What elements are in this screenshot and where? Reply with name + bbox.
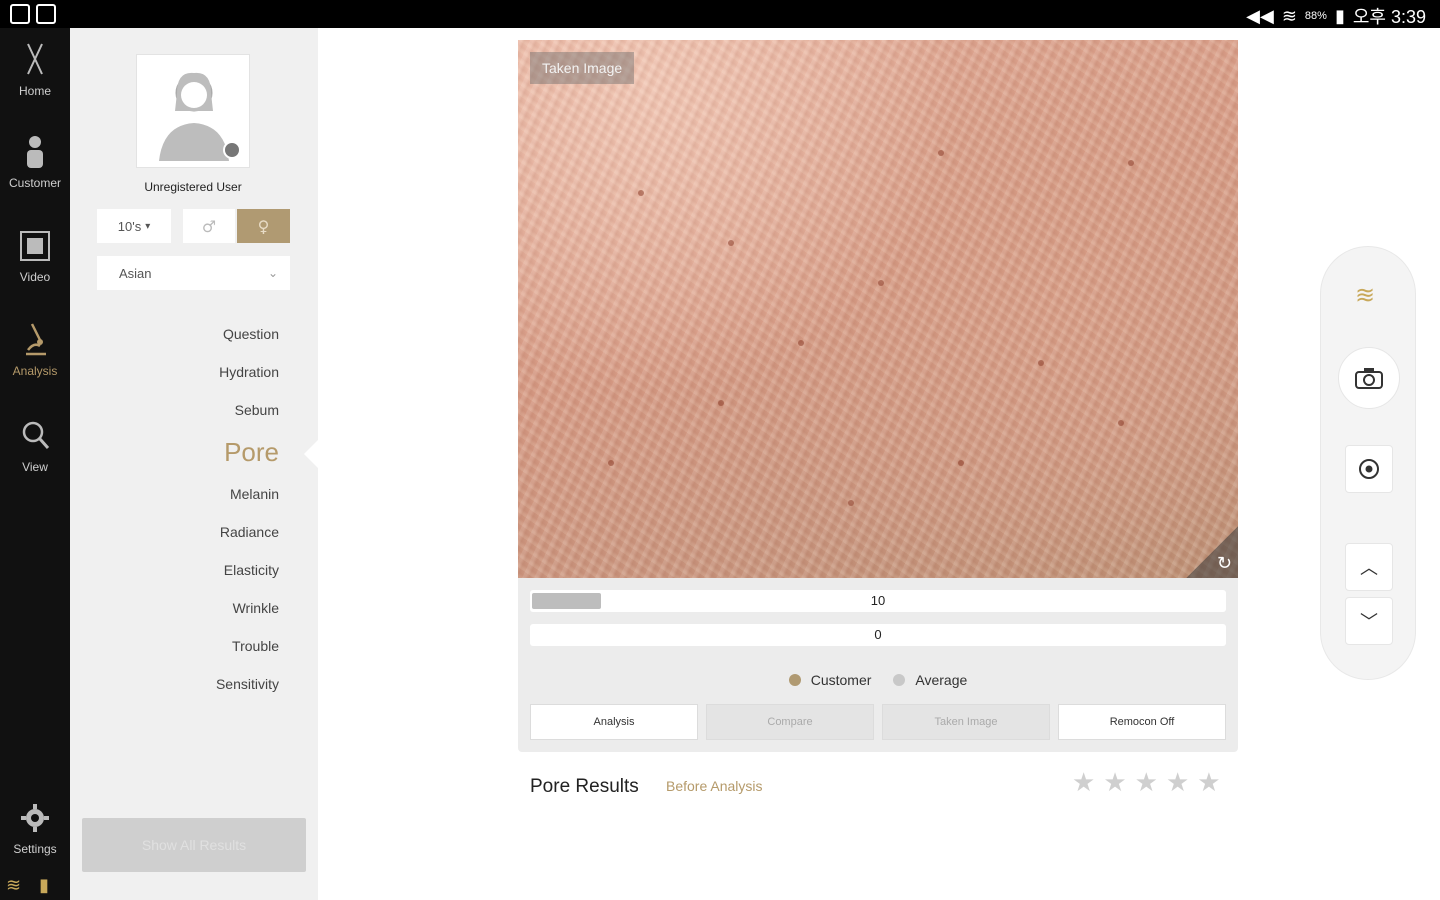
nav-view[interactable]: View <box>0 416 70 506</box>
nav-label: View <box>22 460 48 474</box>
nav-label: Analysis <box>12 364 58 378</box>
age-value: 10's <box>117 218 142 234</box>
results-title: Pore Results <box>530 776 639 797</box>
nav-label: Video <box>19 270 51 284</box>
analysis-panel: Unregistered User 10's ▾ ♂ ♀ Asian ⌄ Que… <box>70 28 318 900</box>
wifi-icon: ≋ <box>6 875 22 896</box>
device-icon: ▮ <box>39 875 49 896</box>
microscope-icon <box>26 323 46 356</box>
chevron-down-icon: ▾ <box>145 220 151 232</box>
customer-swatch <box>788 674 801 686</box>
rating-stars: ★ ★ ★ ★ ★ <box>1072 770 1221 796</box>
rotate-button[interactable]: ↻ <box>1186 526 1238 578</box>
star-icon: ★ <box>1072 768 1096 798</box>
status-bar: ◀◀ ≋ 88% ▮ 오후 3:39 <box>0 0 1440 28</box>
star-icon: ★ <box>1134 768 1158 798</box>
main-nav: Home Customer Video Analysis View Settin… <box>0 28 70 900</box>
clock: 오후 3:39 <box>1352 7 1426 27</box>
gender-male-button[interactable]: ♂ <box>183 209 235 243</box>
nav-label: Settings <box>13 842 57 856</box>
legend-customer-label: Customer <box>810 672 872 688</box>
menu-item-radiance[interactable]: Radiance <box>216 516 279 554</box>
wifi-signal-icon: ≋ <box>1355 281 1376 309</box>
record-icon <box>1359 459 1379 479</box>
menu-item-sebum[interactable]: Sebum <box>216 394 279 432</box>
scroll-up-button[interactable]: ︿ <box>1345 543 1393 591</box>
image-label: Taken Image <box>530 52 635 84</box>
film-icon <box>20 231 50 261</box>
tab-taken-image[interactable]: Taken Image <box>882 704 1050 740</box>
race-select[interactable]: Asian ⌄ <box>97 256 290 290</box>
nav-label: Home <box>18 84 51 98</box>
mute-icon: ◀◀ <box>1246 5 1274 26</box>
nav-label: Customer <box>8 176 61 190</box>
nav-home[interactable]: Home <box>0 40 70 130</box>
analysis-menu: Question Hydration Sebum Pore Melanin Ra… <box>216 318 279 706</box>
avatar[interactable] <box>136 54 250 168</box>
view-tabs: Analysis Compare Taken Image Remocon Off <box>530 704 1226 740</box>
chevron-down-icon: ﹀ <box>1360 612 1378 633</box>
active-indicator <box>304 440 318 468</box>
nav-customer[interactable]: Customer <box>0 132 70 222</box>
gender-female-button[interactable]: ♀ <box>237 209 290 243</box>
rotate-icon: ↻ <box>1216 553 1232 574</box>
battery-percent: 88% <box>1304 10 1327 22</box>
average-score-bar: 0 <box>530 624 1226 646</box>
average-score-value: 0 <box>874 627 882 642</box>
star-icon: ★ <box>1103 768 1127 798</box>
average-swatch <box>893 674 906 686</box>
menu-item-sensitivity[interactable]: Sensitivity <box>216 668 279 706</box>
legend-average: Average <box>893 672 967 688</box>
scroll-down-button[interactable]: ﹀ <box>1345 597 1393 645</box>
age-select[interactable]: 10's ▾ <box>97 209 171 243</box>
edit-avatar-icon[interactable] <box>223 141 241 159</box>
tab-remocon-off[interactable]: Remocon Off <box>1058 704 1226 740</box>
menu-item-melanin[interactable]: Melanin <box>216 478 279 516</box>
menu-item-elasticity[interactable]: Elasticity <box>216 554 279 592</box>
star-icon: ★ <box>1165 768 1190 798</box>
capture-button[interactable] <box>1338 347 1400 409</box>
menu-item-hydration[interactable]: Hydration <box>216 356 279 394</box>
customer-score-value: 10 <box>870 593 886 608</box>
legend-customer: Customer <box>788 672 872 688</box>
record-button[interactable] <box>1345 445 1393 493</box>
camera-app-icon <box>10 4 30 24</box>
star-icon: ★ <box>1197 768 1221 798</box>
show-all-results-button[interactable]: Show All Results <box>82 818 306 872</box>
gallery-icon <box>36 4 56 24</box>
wifi-status-icon: ≋ <box>1281 5 1297 26</box>
chevron-down-icon: ⌄ <box>267 266 278 280</box>
battery-icon: ▮ <box>1334 5 1345 26</box>
chevron-up-icon: ︿ <box>1360 558 1378 579</box>
menu-item-trouble[interactable]: Trouble <box>216 630 279 668</box>
legend: Customer Average <box>518 672 1238 688</box>
analysis-card: Taken Image ↻ 10 0 Customer Average Anal… <box>518 40 1238 752</box>
race-value: Asian <box>119 265 152 281</box>
menu-item-wrinkle[interactable]: Wrinkle <box>216 592 279 630</box>
username: Unregistered User <box>144 180 242 194</box>
nav-analysis[interactable]: Analysis <box>0 320 70 410</box>
gear-icon <box>21 804 49 832</box>
results-status: Before Analysis <box>666 778 763 794</box>
nav-video[interactable]: Video <box>0 226 70 316</box>
customer-score-bar: 10 <box>530 590 1226 612</box>
camera-icon <box>1355 368 1383 389</box>
scissors-icon <box>27 43 43 75</box>
search-icon <box>22 421 50 449</box>
menu-item-pore[interactable]: Pore <box>216 432 279 478</box>
female-icon: ♀ <box>257 216 270 236</box>
male-icon: ♂ <box>201 216 217 236</box>
legend-average-label: Average <box>915 672 968 688</box>
tab-compare[interactable]: Compare <box>706 704 874 740</box>
skin-image: Taken Image ↻ <box>518 40 1238 578</box>
person-icon <box>27 136 43 168</box>
menu-item-question[interactable]: Question <box>216 318 279 356</box>
device-control-rail: ≋ ︿ ﹀ <box>1320 246 1416 680</box>
tab-analysis[interactable]: Analysis <box>530 704 698 740</box>
